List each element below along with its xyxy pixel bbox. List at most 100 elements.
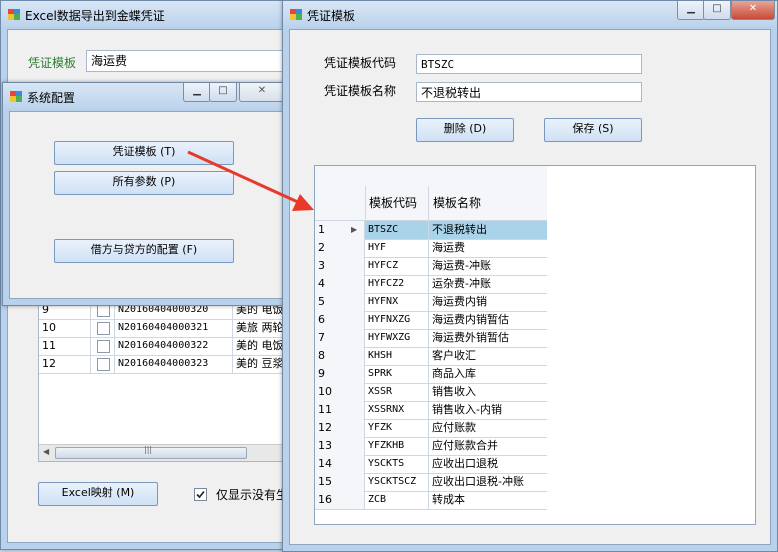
template-name-cell[interactable]: 海运费内销 bbox=[429, 293, 547, 311]
scroll-thumb[interactable]: ||| bbox=[55, 445, 247, 459]
table-row[interactable]: 11 N20160404000322 美的 电饭煲 bbox=[39, 337, 299, 356]
back-window-titlebar[interactable]: Excel数据导出到金蝶凭证 bbox=[1, 1, 299, 27]
template-name-cell[interactable]: 应付账款合并 bbox=[429, 437, 547, 455]
template-combo[interactable]: 海运费 bbox=[86, 50, 296, 72]
template-code-cell[interactable]: HYFCZ bbox=[365, 257, 429, 275]
template-name-cell[interactable]: 销售收入 bbox=[429, 383, 547, 401]
template-code-cell[interactable]: BTSZC bbox=[365, 221, 429, 239]
row-number: 9 bbox=[315, 365, 365, 383]
scroll-left-icon[interactable]: ◀ bbox=[43, 447, 49, 456]
voucher-code: N20160404000321 bbox=[115, 319, 233, 337]
table-row[interactable]: 9 SPRK 商品入库 bbox=[315, 365, 547, 384]
row-number: 15 bbox=[315, 473, 365, 491]
row-number: 16 bbox=[315, 491, 365, 509]
template-name-cell[interactable]: 客户收汇 bbox=[429, 347, 547, 365]
table-row[interactable]: 16 ZCB 转成本 bbox=[315, 491, 547, 510]
row-number: 10 bbox=[315, 383, 365, 401]
maximize-icon[interactable]: □ bbox=[209, 83, 237, 102]
template-name-cell[interactable]: 海运费-冲账 bbox=[429, 257, 547, 275]
delete-button[interactable]: 删除 (D) bbox=[416, 118, 514, 142]
config-window-titlebar[interactable]: 系统配置 ▁ □ ✕ bbox=[3, 83, 299, 109]
table-row[interactable]: 12 N20160404000323 美的 豆浆机 bbox=[39, 355, 299, 374]
template-code-input[interactable]: BTSZC bbox=[416, 54, 642, 74]
voucher-grid: 9 N20160404000320 美的 电饭煲 10 N20160404000321 美… bbox=[38, 300, 300, 462]
row-number: 2 bbox=[315, 239, 365, 257]
row-number: 1 bbox=[315, 221, 365, 239]
column-header-code[interactable]: 模板代码 bbox=[365, 186, 429, 220]
column-header-name[interactable]: 模板名称 bbox=[429, 186, 547, 220]
template-code-cell[interactable]: HYFNXZG bbox=[365, 311, 429, 329]
table-row[interactable]: 8 KHSH 客户收汇 bbox=[315, 347, 547, 366]
minimize-icon[interactable]: ▁ bbox=[677, 1, 705, 20]
template-code-cell[interactable]: YSCKTSCZ bbox=[365, 473, 429, 491]
close-icon[interactable]: ✕ bbox=[239, 83, 285, 102]
table-row[interactable]: 3 HYFCZ 海运费-冲账 bbox=[315, 257, 547, 276]
template-name-cell[interactable]: 商品入库 bbox=[429, 365, 547, 383]
table-row[interactable]: 10 N20160404000321 美旅 两轮拉 bbox=[39, 319, 299, 338]
table-row[interactable]: 11 XSSRNX 销售收入-内销 bbox=[315, 401, 547, 420]
row-number: 12 bbox=[39, 355, 91, 373]
table-row[interactable]: 4 HYFCZ2 运杂费-冲账 bbox=[315, 275, 547, 294]
template-grid: 模板代码 模板名称 1 ▶ BTSZC 不退税转出 2 HYF 海运费 3 HYFCZ 海运费-冲… bbox=[314, 165, 756, 525]
excel-mapping-button[interactable]: Excel映射 (M) bbox=[38, 482, 158, 506]
template-name-cell[interactable]: 海运费内销暂估 bbox=[429, 311, 547, 329]
template-code-cell[interactable]: YFZKHB bbox=[365, 437, 429, 455]
grid-header: 模板代码 模板名称 bbox=[315, 186, 547, 221]
template-code-cell[interactable]: ZCB bbox=[365, 491, 429, 509]
template-name-cell[interactable]: 运杂费-冲账 bbox=[429, 275, 547, 293]
row-number: 5 bbox=[315, 293, 365, 311]
table-row[interactable]: 1 ▶ BTSZC 不退税转出 bbox=[315, 221, 547, 240]
minimize-icon[interactable]: ▁ bbox=[183, 83, 211, 102]
row-number: 13 bbox=[315, 437, 365, 455]
save-button[interactable]: 保存 (S) bbox=[544, 118, 642, 142]
all-params-button[interactable]: 所有参数 (P) bbox=[54, 171, 234, 195]
row-number: 10 bbox=[39, 319, 91, 337]
template-name-cell[interactable]: 转成本 bbox=[429, 491, 547, 509]
table-row[interactable]: 15 YSCKTSCZ 应收出口退税-冲账 bbox=[315, 473, 547, 492]
row-checkbox[interactable] bbox=[97, 358, 110, 371]
template-name-cell[interactable]: 应收出口退税-冲账 bbox=[429, 473, 547, 491]
template-code-cell[interactable]: SPRK bbox=[365, 365, 429, 383]
template-code-cell[interactable]: HYFCZ2 bbox=[365, 275, 429, 293]
template-name-cell[interactable]: 应付账款 bbox=[429, 419, 547, 437]
template-code-cell[interactable]: HYF bbox=[365, 239, 429, 257]
maximize-icon[interactable]: □ bbox=[703, 1, 731, 20]
table-row[interactable]: 2 HYF 海运费 bbox=[315, 239, 547, 258]
template-code-cell[interactable]: HYFNX bbox=[365, 293, 429, 311]
row-checkbox[interactable] bbox=[97, 322, 110, 335]
table-row[interactable]: 10 XSSR 销售收入 bbox=[315, 383, 547, 402]
back-window-title: Excel数据导出到金蝶凭证 bbox=[25, 9, 165, 23]
row-number: 14 bbox=[315, 455, 365, 473]
config-window: 系统配置 ▁ □ ✕ 凭证模板 (T) 所有参数 (P) 借方与贷方的配置 (F… bbox=[2, 82, 300, 306]
template-name-input[interactable]: 不退税转出 bbox=[416, 82, 642, 102]
voucher-template-button[interactable]: 凭证模板 (T) bbox=[54, 141, 234, 165]
template-code-cell[interactable]: HYFWXZG bbox=[365, 329, 429, 347]
table-row[interactable]: 13 YFZKHB 应付账款合并 bbox=[315, 437, 547, 456]
table-row[interactable]: 5 HYFNX 海运费内销 bbox=[315, 293, 547, 312]
table-row[interactable]: 7 HYFWXZG 海运费外销暂估 bbox=[315, 329, 547, 348]
grid-horizontal-scrollbar[interactable]: ◀ ||| bbox=[39, 444, 299, 461]
template-window-titlebar[interactable]: 凭证模板 ▁ □ ✕ bbox=[283, 1, 777, 27]
template-name-cell[interactable]: 销售收入-内销 bbox=[429, 401, 547, 419]
row-number: 4 bbox=[315, 275, 365, 293]
template-window-title: 凭证模板 bbox=[307, 9, 356, 23]
template-name-cell[interactable]: 应收出口退税 bbox=[429, 455, 547, 473]
close-icon[interactable]: ✕ bbox=[731, 1, 775, 20]
table-row[interactable]: 14 YSCKTS 应收出口退税 bbox=[315, 455, 547, 474]
template-name-cell[interactable]: 海运费 bbox=[429, 239, 547, 257]
app-icon bbox=[290, 9, 302, 20]
template-code-cell[interactable]: YFZK bbox=[365, 419, 429, 437]
row-checkbox[interactable] bbox=[97, 340, 110, 353]
template-code-cell[interactable]: YSCKTS bbox=[365, 455, 429, 473]
template-code-cell[interactable]: XSSR bbox=[365, 383, 429, 401]
debit-credit-config-button[interactable]: 借方与贷方的配置 (F) bbox=[54, 239, 234, 263]
only-show-checkbox[interactable] bbox=[194, 488, 207, 501]
template-name-cell[interactable]: 不退税转出 bbox=[429, 221, 547, 239]
table-row[interactable]: 12 YFZK 应付账款 bbox=[315, 419, 547, 438]
template-code-cell[interactable]: XSSRNX bbox=[365, 401, 429, 419]
table-row[interactable]: 6 HYFNXZG 海运费内销暂估 bbox=[315, 311, 547, 330]
template-name-cell[interactable]: 海运费外销暂估 bbox=[429, 329, 547, 347]
template-code-cell[interactable]: KHSH bbox=[365, 347, 429, 365]
row-number: 11 bbox=[315, 401, 365, 419]
row-number: 7 bbox=[315, 329, 365, 347]
